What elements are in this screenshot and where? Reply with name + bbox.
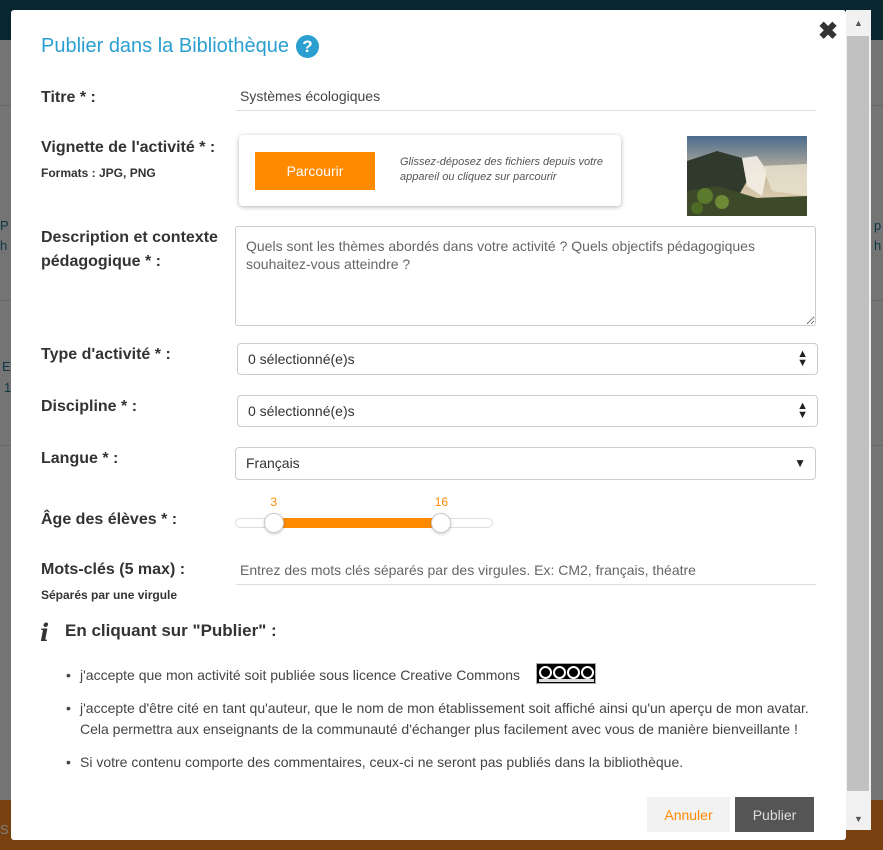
scroll-down-icon[interactable]: ▼: [846, 810, 871, 828]
keywords-label: Mots-clés (5 max) :: [41, 561, 186, 578]
language-value: Français: [246, 455, 300, 471]
description-textarea[interactable]: [235, 226, 816, 326]
terms-title: En cliquant sur "Publier" :: [65, 621, 277, 640]
publish-modal: ✖ Publier dans la Bibliothèque ? Titre *…: [11, 10, 846, 840]
discipline-value: 0 sélectionné(e)s: [248, 403, 355, 419]
age-max-value: 16: [434, 495, 449, 509]
discipline-select[interactable]: 0 sélectionné(e)s ▲ ▼: [237, 395, 818, 427]
thumbnail-label: Vignette de l'activité * :: [41, 139, 216, 156]
activity-type-value: 0 sélectionné(e)s: [248, 351, 355, 367]
scroll-up-icon[interactable]: ▲: [846, 14, 871, 32]
age-slider-range: [274, 518, 443, 528]
language-select[interactable]: Français ▼: [235, 447, 816, 480]
close-icon[interactable]: ✖: [817, 20, 839, 44]
thumbnail-formats: Formats : JPG, PNG: [41, 166, 156, 180]
cc-by-nc-sa-badge-icon: [536, 663, 596, 684]
terms-list: j'accepte que mon activité soit publiée …: [66, 665, 816, 785]
caret-down-icon: ▼: [794, 456, 806, 470]
publish-button[interactable]: Publier: [735, 797, 814, 832]
activity-type-label: Type d'activité * :: [41, 346, 171, 363]
discipline-label: Discipline * :: [41, 398, 138, 415]
title-input[interactable]: [236, 81, 816, 111]
info-icon: i: [40, 618, 50, 647]
scrollbar-thumb[interactable]: [847, 36, 869, 791]
terms-item: Si votre contenu comporte des commentair…: [66, 752, 816, 773]
description-label-line2: pédagogique * :: [41, 253, 161, 270]
keywords-input[interactable]: [236, 555, 816, 585]
help-icon[interactable]: ?: [296, 35, 319, 58]
upload-hint: Glissez-déposez des fichiers depuis votr…: [400, 156, 603, 183]
keywords-sublabel: Séparés par une virgule: [41, 588, 178, 602]
upload-dropzone[interactable]: Parcourir Glissez-déposez des fichiers d…: [239, 135, 621, 206]
age-min-value: 3: [270, 495, 278, 509]
age-min-handle[interactable]: [263, 513, 284, 533]
terms-item: j'accepte d'être cité en tant qu'auteur,…: [66, 698, 816, 740]
browse-button[interactable]: Parcourir: [255, 152, 375, 190]
modal-title: Publier dans la Bibliothèque: [41, 35, 289, 57]
thumbnail-preview-image: [687, 136, 807, 216]
activity-type-select[interactable]: 0 sélectionné(e)s ▲ ▼: [237, 343, 818, 375]
sort-arrows-icon: ▲ ▼: [797, 400, 808, 421]
terms-item: j'accepte que mon activité soit publiée …: [66, 665, 816, 686]
age-label: Âge des élèves * :: [41, 511, 178, 528]
modal-scrollbar[interactable]: ▲ ▼: [846, 10, 871, 830]
cancel-button[interactable]: Annuler: [647, 797, 730, 832]
description-label: Description et contexte: [41, 229, 218, 246]
age-max-handle[interactable]: [431, 513, 452, 533]
sort-arrows-icon: ▲ ▼: [797, 348, 808, 369]
language-label: Langue * :: [41, 450, 119, 467]
title-label: Titre * :: [41, 89, 96, 106]
